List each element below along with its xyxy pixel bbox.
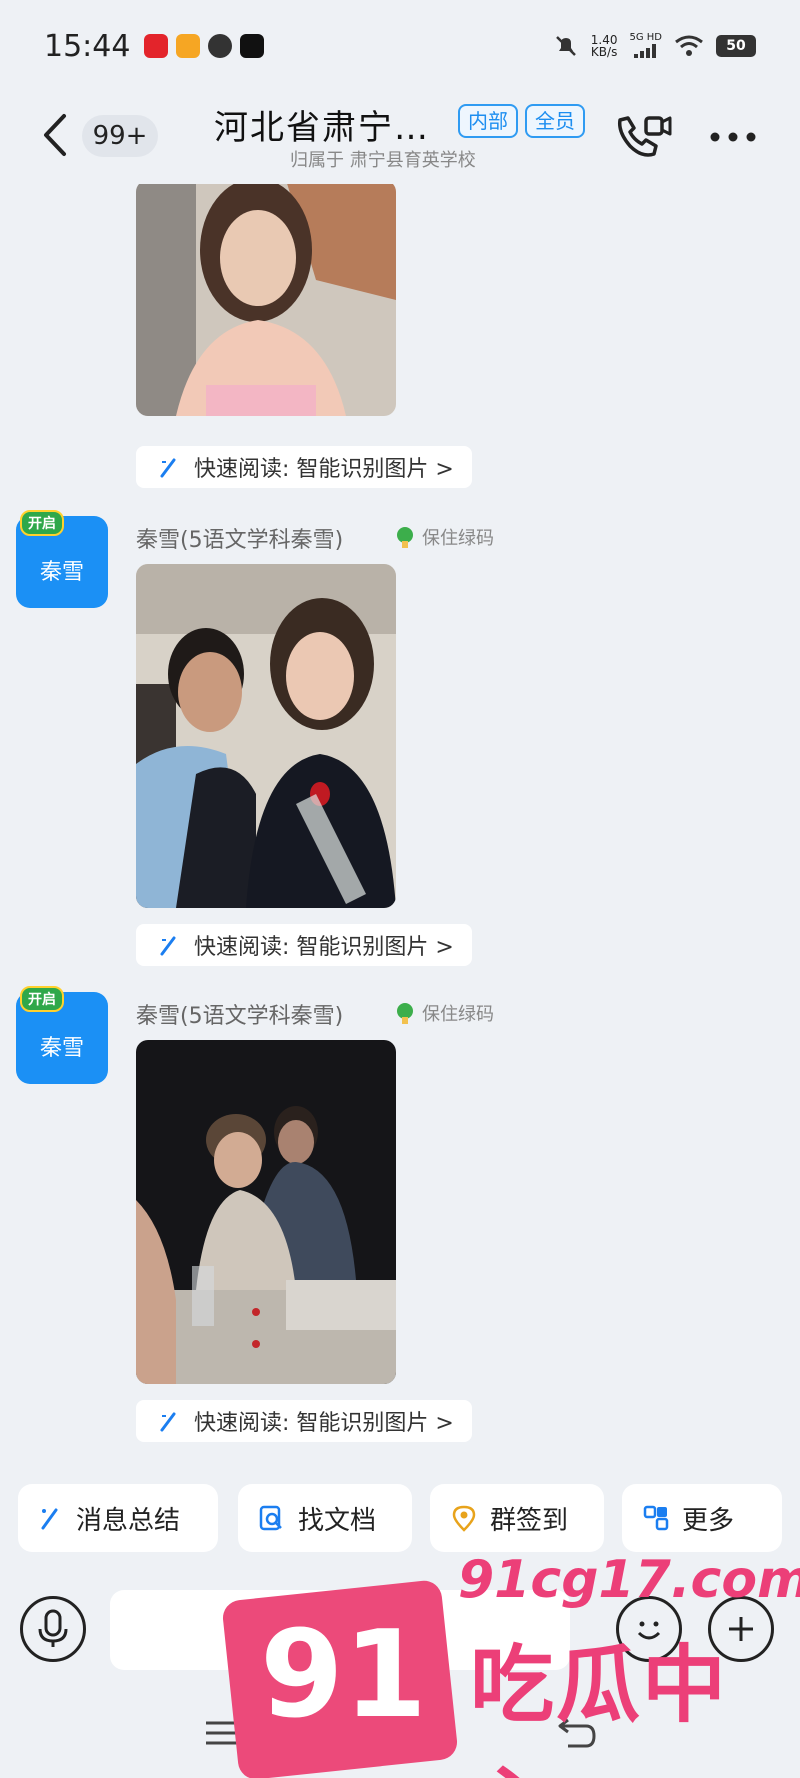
- quick-read-text: 快速阅读: 智能识别图片 >: [194, 457, 454, 482]
- microphone-icon: [38, 1609, 68, 1647]
- more-options-icon[interactable]: [708, 130, 758, 144]
- message-text-input[interactable]: [110, 1590, 570, 1670]
- battery-indicator: 50: [716, 35, 756, 57]
- photo-message[interactable]: [136, 184, 396, 416]
- sender-name[interactable]: 秦雪(5语文学科秦雪): [136, 522, 343, 554]
- netease-music-icon: [144, 34, 169, 58]
- group-checkin-button[interactable]: 群签到: [430, 1484, 604, 1552]
- green-code-icon: [397, 527, 413, 548]
- sparkle-icon: [41, 1508, 58, 1530]
- more-button[interactable]: 更多: [622, 1484, 782, 1552]
- status-time: 15:44: [44, 28, 131, 64]
- mute-bell-icon: [555, 36, 576, 56]
- quick-read-link[interactable]: 快速阅读: 智能识别图片 >: [136, 446, 472, 488]
- magic-wand-icon: [160, 936, 176, 956]
- unread-count-badge[interactable]: 99+: [82, 115, 158, 157]
- doc-search-icon: [259, 1505, 282, 1531]
- message-input-bar: [0, 1570, 800, 1680]
- magic-wand-icon: [160, 458, 176, 478]
- avatar[interactable]: 开启 秦雪: [16, 986, 108, 1084]
- weibo-icon: [176, 34, 201, 58]
- signal-indicator: 5G HD: [629, 32, 662, 60]
- tag-internal: 内部: [458, 104, 518, 138]
- photo-message[interactable]: [136, 1040, 396, 1384]
- quick-read-text: 快速阅读: 智能识别图片 >: [194, 935, 454, 960]
- wifi-icon: [675, 35, 703, 56]
- chat-title: 河北省肃宁…: [214, 108, 430, 148]
- video-call-icon[interactable]: [612, 110, 674, 162]
- system-nav-bar: [0, 1690, 800, 1778]
- avatar[interactable]: 开启 秦雪: [16, 510, 108, 608]
- tiktok-icon: [240, 34, 265, 58]
- menu-icon[interactable]: [204, 1718, 240, 1748]
- find-document-button[interactable]: 找文档: [238, 1484, 412, 1552]
- message-summary-button[interactable]: 消息总结: [18, 1484, 218, 1552]
- chat-header: 99+ 河北省肃宁… 内部 全员 归属于 肃宁县育英学校: [0, 92, 800, 184]
- photo-message[interactable]: [136, 564, 396, 908]
- net-speed: 1.40 KB/s: [590, 33, 618, 59]
- magic-wand-icon: [160, 1412, 176, 1432]
- chat-subtitle: 归属于 肃宁县育英学校: [290, 150, 476, 171]
- quick-read-link[interactable]: 快速阅读: 智能识别图片 >: [136, 924, 472, 966]
- sender-name[interactable]: 秦雪(5语文学科秦雪): [136, 998, 343, 1030]
- sender-status-badge: 保住绿码: [392, 1000, 494, 1026]
- avatar-name: 秦雪: [39, 560, 84, 585]
- location-pin-icon: [452, 1505, 476, 1532]
- quick-read-link[interactable]: 快速阅读: 智能识别图片 >: [136, 1400, 472, 1442]
- plus-icon: [729, 1617, 753, 1641]
- emoji-icon: [637, 1621, 661, 1640]
- sender-status-badge: 保住绿码: [392, 524, 494, 550]
- back-arrow-icon[interactable]: [36, 110, 76, 160]
- chat-message-list[interactable]: 快速阅读: 智能识别图片 > 开启 秦雪 秦雪(5语文学科秦雪) 保住绿码 快速…: [0, 184, 800, 1474]
- tag-all-members: 全员: [525, 104, 585, 138]
- emoji-button[interactable]: [616, 1596, 682, 1662]
- avatar-name: 秦雪: [39, 1036, 84, 1061]
- quick-actions-bar: 消息总结 找文档 群签到 更多: [0, 1484, 800, 1554]
- signal-icon: [633, 44, 656, 58]
- status-bar: 15:44 1.40 KB/s 5G HD 50: [0, 0, 800, 92]
- add-attachment-button[interactable]: [708, 1596, 774, 1662]
- avatar-crown-badge: 开启: [20, 510, 64, 536]
- home-icon[interactable]: [378, 1714, 422, 1752]
- avatar-crown-badge: 开启: [20, 986, 64, 1012]
- chat-bubble-icon: [208, 34, 233, 58]
- more-apps-icon: [643, 1505, 669, 1531]
- back-nav-icon[interactable]: [556, 1714, 598, 1752]
- quick-read-text: 快速阅读: 智能识别图片 >: [194, 1411, 454, 1436]
- voice-input-button[interactable]: [20, 1596, 86, 1662]
- green-code-icon: [397, 1003, 413, 1024]
